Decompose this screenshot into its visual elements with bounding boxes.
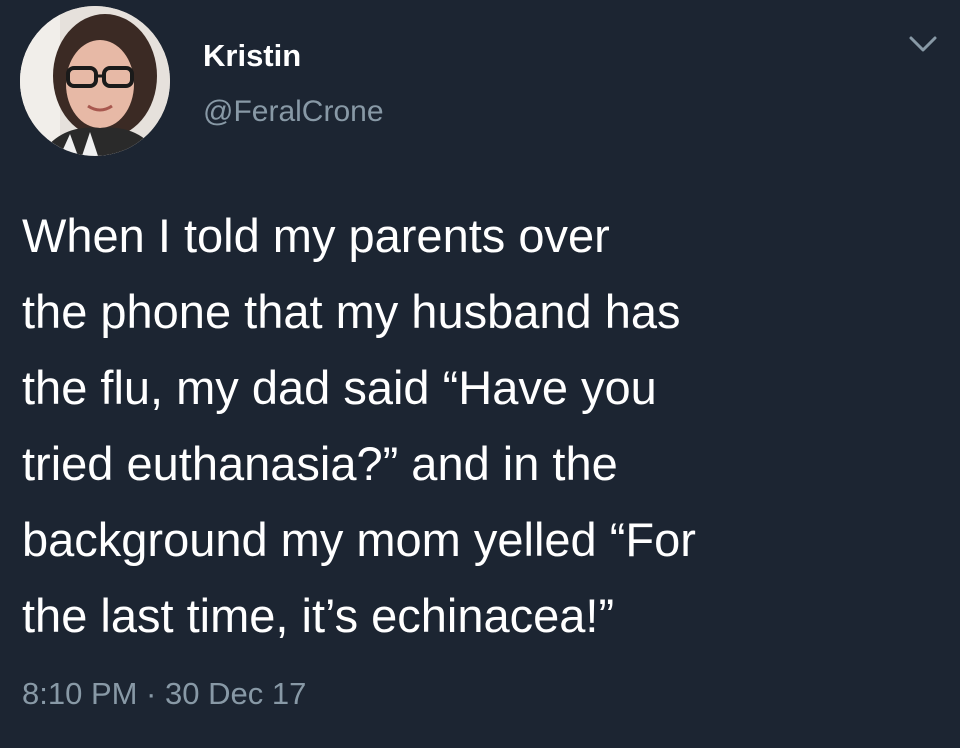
chevron-down-icon[interactable] [906, 32, 940, 58]
tweet-text-line: When I told my parents over [22, 209, 610, 262]
tweet-text-line: the last time, it’s echinacea!” [22, 589, 615, 642]
tweet-text-line: background my mom yelled “For [22, 513, 696, 566]
tweet-timestamp[interactable]: 8:10 PM · 30 Dec 17 [22, 676, 306, 712]
tweet-text-line: the phone that my husband has [22, 285, 681, 338]
tweet-card: Kristin @FeralCrone When I told my paren… [0, 0, 960, 748]
tweet-text-line: tried euthanasia?” and in the [22, 437, 618, 490]
avatar-photo [20, 6, 170, 156]
tweet-text: When I told my parents over the phone th… [22, 198, 922, 654]
tweet-text-line: the flu, my dad said “Have you [22, 361, 657, 414]
author-name[interactable]: Kristin [203, 38, 301, 74]
avatar[interactable] [20, 6, 170, 156]
author-handle[interactable]: @FeralCrone [203, 95, 384, 129]
